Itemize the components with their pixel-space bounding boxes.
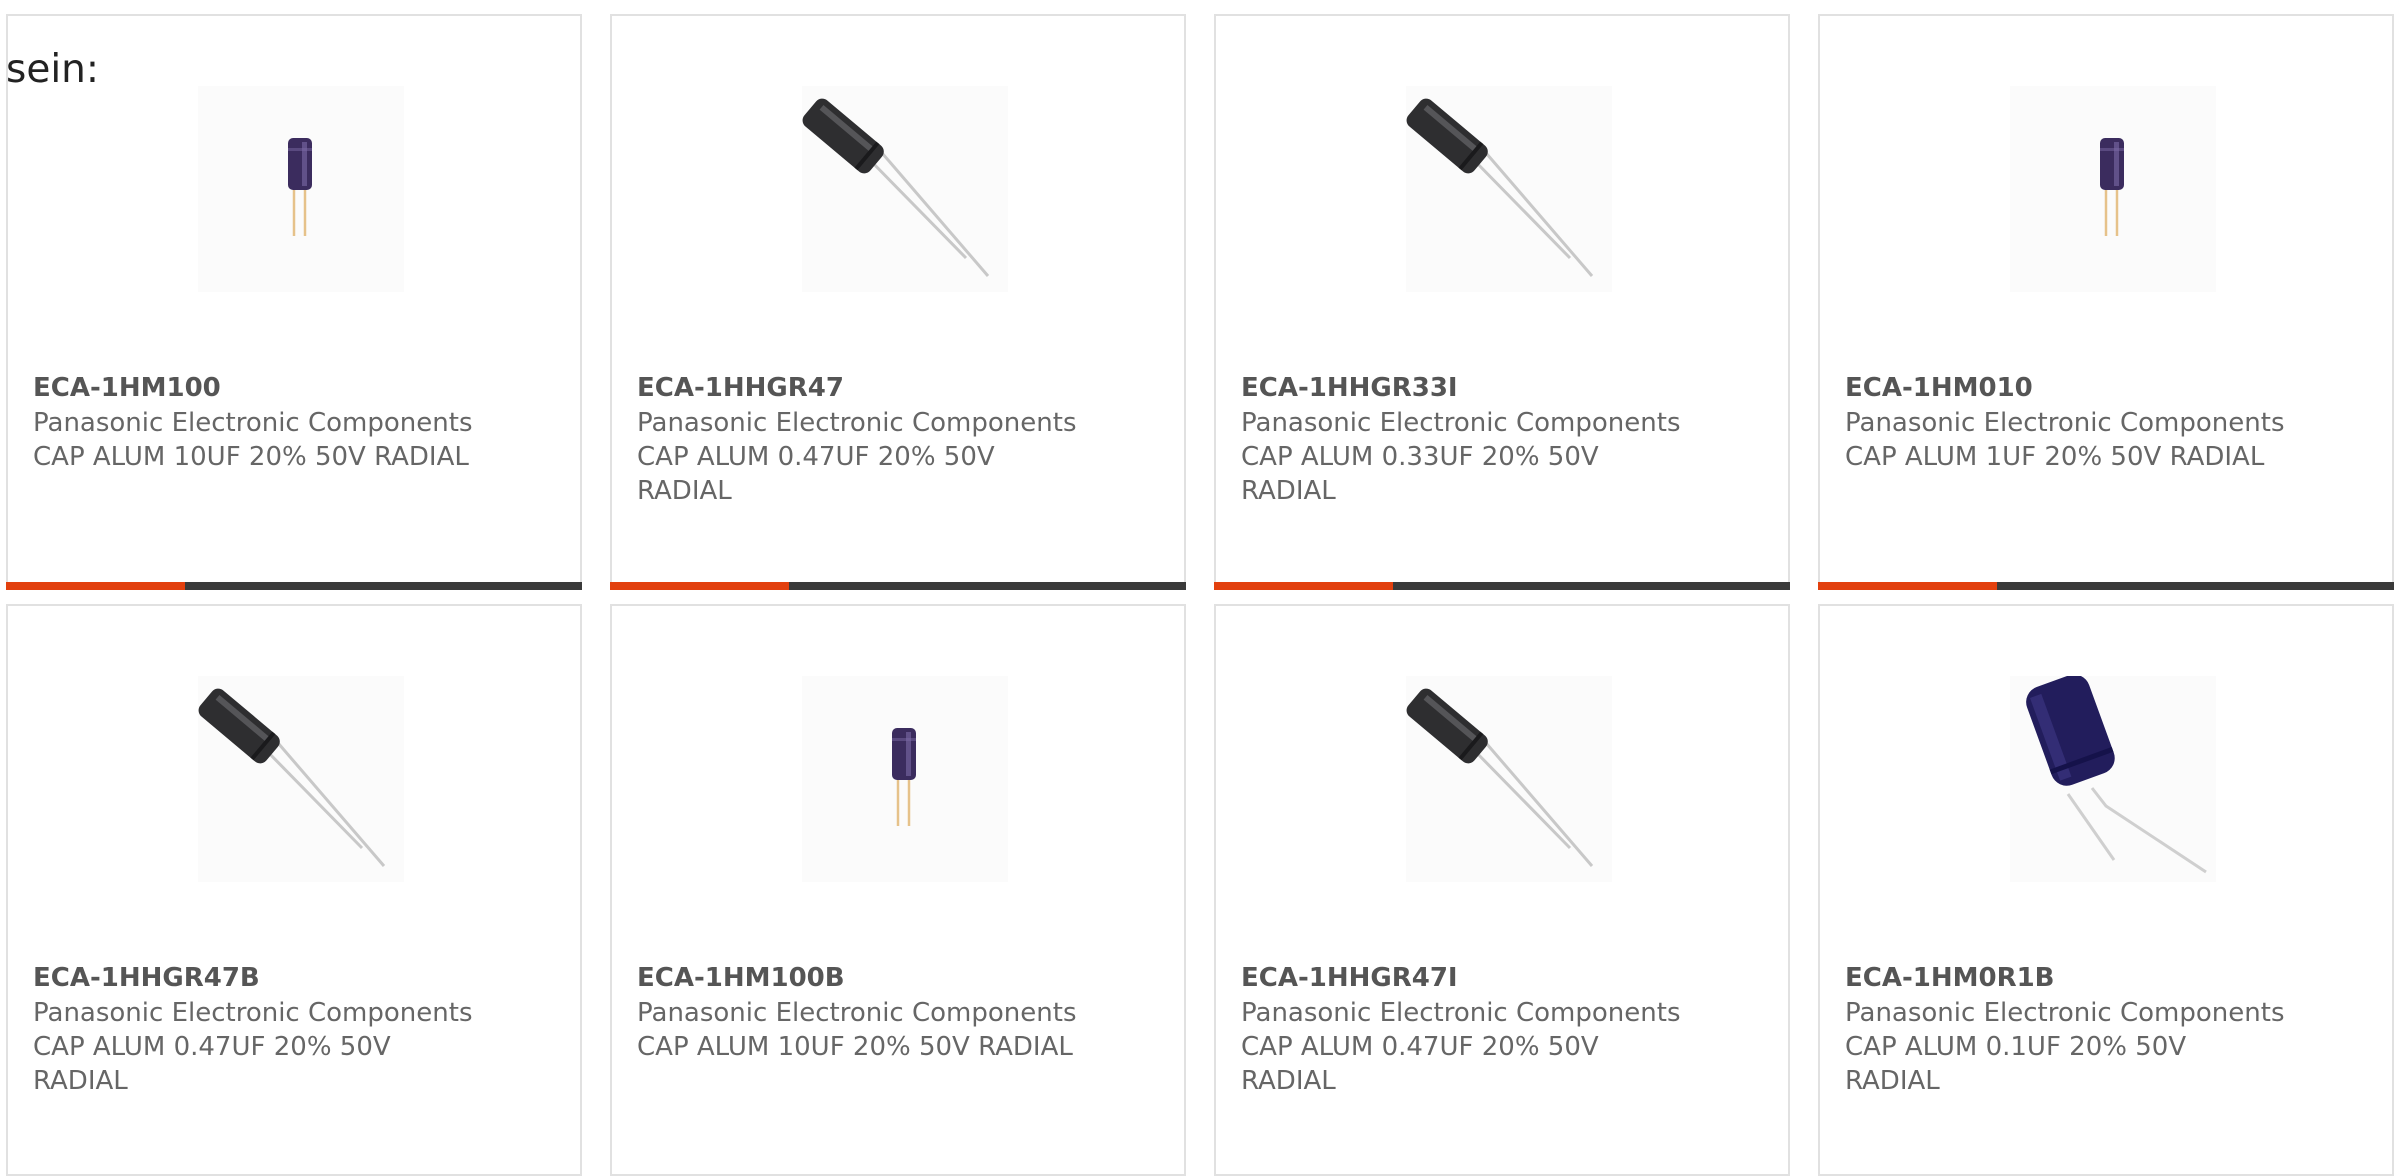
product-image[interactable] [802,676,1008,882]
capacitor-small-upright-icon [198,86,404,292]
description: CAP ALUM 0.47UF 20% 50V RADIAL [33,1032,391,1096]
capacitor-angled-icon [802,86,1008,292]
product-image[interactable] [2010,86,2216,292]
part-number[interactable]: ECA-1HM100 [33,370,221,406]
manufacturer: Panasonic Electronic Components [1845,998,2285,1028]
manufacturer: Panasonic Electronic Components [33,998,473,1028]
part-number[interactable]: ECA-1HM100B [637,960,845,996]
manufacturer: Panasonic Electronic Components [1845,408,2285,438]
card-progress-fill [1818,582,1997,590]
product-image[interactable] [1406,676,1612,882]
manufacturer: Panasonic Electronic Components [637,998,1077,1028]
description: CAP ALUM 0.33UF 20% 50V RADIAL [1241,442,1599,506]
intro-text: sein: [6,47,100,92]
product-card[interactable]: ECA-1HHGR47I Panasonic Electronic Compon… [1214,604,1790,1176]
capacitor-angled-icon [1406,676,1612,882]
card-progress-bar [610,582,1186,590]
description: CAP ALUM 10UF 20% 50V RADIAL [33,442,469,472]
description: CAP ALUM 0.47UF 20% 50V RADIAL [637,442,995,506]
card-progress-bar [1214,582,1790,590]
product-card[interactable]: ECA-1HM0R1B Panasonic Electronic Compone… [1818,604,2394,1176]
card-progress-bar [6,582,582,590]
product-image[interactable] [2010,676,2216,882]
product-card[interactable]: ECA-1HM100B Panasonic Electronic Compone… [610,604,1186,1176]
part-number[interactable]: ECA-1HHGR47B [33,960,260,996]
product-image[interactable] [198,86,404,292]
capacitor-angled-icon [1406,86,1612,292]
description: CAP ALUM 0.1UF 20% 50V RADIAL [1845,1032,2187,1096]
product-image[interactable] [802,86,1008,292]
part-number[interactable]: ECA-1HM010 [1845,370,2033,406]
part-number[interactable]: ECA-1HHGR33I [1241,370,1458,406]
description: CAP ALUM 1UF 20% 50V RADIAL [1845,442,2265,472]
product-card[interactable]: ECA-1HHGR47 Panasonic Electronic Compone… [610,14,1186,590]
product-image[interactable] [198,676,404,882]
description: CAP ALUM 10UF 20% 50V RADIAL [637,1032,1073,1062]
product-grid: ECA-1HM100 Panasonic Electronic Componen… [0,0,2400,1176]
capacitor-small-upright-icon [802,676,1008,882]
product-card[interactable]: ECA-1HHGR47B Panasonic Electronic Compon… [6,604,582,1176]
card-progress-fill [1214,582,1393,590]
capacitor-angled-icon [198,676,404,882]
card-progress-fill [610,582,789,590]
manufacturer: Panasonic Electronic Components [637,408,1077,438]
product-image[interactable] [1406,86,1612,292]
capacitor-large-bent-icon [2010,676,2216,882]
part-number[interactable]: ECA-1HHGR47I [1241,960,1458,996]
part-number[interactable]: ECA-1HM0R1B [1845,960,2055,996]
manufacturer: Panasonic Electronic Components [33,408,473,438]
product-card[interactable]: ECA-1HM010 Panasonic Electronic Componen… [1818,14,2394,590]
card-progress-bar [1818,582,2394,590]
description: CAP ALUM 0.47UF 20% 50V RADIAL [1241,1032,1599,1096]
product-card[interactable]: ECA-1HHGR33I Panasonic Electronic Compon… [1214,14,1790,590]
capacitor-small-upright-icon [2010,86,2216,292]
manufacturer: Panasonic Electronic Components [1241,408,1681,438]
card-progress-fill [6,582,185,590]
manufacturer: Panasonic Electronic Components [1241,998,1681,1028]
product-card[interactable]: ECA-1HM100 Panasonic Electronic Componen… [6,14,582,590]
part-number[interactable]: ECA-1HHGR47 [637,370,844,406]
